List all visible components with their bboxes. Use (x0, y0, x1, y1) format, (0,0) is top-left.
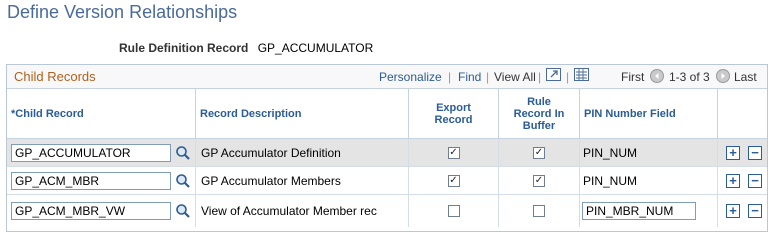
lookup-icon[interactable] (175, 145, 191, 161)
child-record-input[interactable]: GP_ACM_MBR (11, 172, 171, 190)
child-record-cell: GP_ACM_MBR_VW (7, 195, 196, 227)
row-actions-cell: + − (718, 139, 768, 167)
rule-record-in-buffer-cell (499, 195, 580, 227)
table-row: GP_ACM_MBR_VW View of Accumulator Member… (7, 195, 767, 227)
separator: | (566, 70, 570, 84)
rule-record-in-buffer-checkbox[interactable]: ✓ (533, 147, 545, 159)
add-row-button[interactable]: + (726, 174, 740, 188)
grid-header: Child Records Personalize | Find | View … (7, 65, 767, 89)
next-icon[interactable] (716, 69, 730, 83)
pin-number-cell: PIN_NUM (580, 167, 718, 195)
row-actions-cell: + − (718, 195, 768, 227)
col-pin-number-field[interactable]: PIN Number Field (580, 89, 718, 139)
pin-number-input[interactable]: PIN_MBR_NUM (582, 202, 696, 220)
export-record-cell: ✓ (409, 167, 499, 195)
personalize-link[interactable]: Personalize (379, 70, 442, 84)
col-record-description[interactable]: Record Description (196, 89, 409, 139)
page-title: Define Version Relationships (7, 2, 238, 22)
child-records-grid: Child Records Personalize | Find | View … (6, 64, 768, 232)
rule-record-in-buffer-checkbox[interactable] (533, 205, 545, 217)
rule-record-in-buffer-cell: ✓ (499, 139, 580, 167)
pin-number-cell: PIN_NUM (580, 139, 718, 167)
add-row-button[interactable]: + (726, 204, 740, 218)
separator: | (538, 70, 542, 84)
table-row: GP_ACCUMULATOR GP Accumulator Definition… (7, 139, 767, 167)
rule-record-in-buffer-cell: ✓ (499, 167, 580, 195)
pin-number-text: PIN_NUM (583, 146, 638, 160)
lookup-icon[interactable] (175, 173, 191, 189)
col-actions (718, 89, 768, 139)
row-actions-cell: + − (718, 167, 768, 195)
record-description-text: View of Accumulator Member rec (201, 204, 377, 218)
rule-definition-record: Rule Definition Record GP_ACCUMULATOR (119, 41, 373, 55)
separator: | (486, 70, 490, 84)
add-row-button[interactable]: + (726, 146, 740, 160)
record-description-text: GP Accumulator Definition (201, 146, 341, 160)
last-label: Last (734, 70, 757, 84)
delete-row-button[interactable]: − (748, 174, 762, 188)
rule-definition-label: Rule Definition Record (119, 41, 249, 55)
row-range: 1-3 of 3 (669, 70, 710, 84)
previous-icon[interactable] (650, 69, 664, 83)
col-export-record[interactable]: Export Record (409, 89, 499, 139)
find-link[interactable]: Find (458, 70, 481, 84)
rule-definition-value: GP_ACCUMULATOR (257, 41, 374, 55)
export-record-checkbox[interactable] (447, 205, 460, 217)
record-description-cell: GP Accumulator Members (196, 167, 409, 195)
column-headers: *Child Record Record Description Export … (7, 89, 767, 139)
child-record-cell: GP_ACM_MBR (7, 167, 196, 195)
lookup-icon[interactable] (175, 203, 191, 219)
export-record-cell (409, 195, 499, 227)
first-label: First (621, 70, 645, 84)
delete-row-button[interactable]: − (748, 204, 762, 218)
child-record-cell: GP_ACCUMULATOR (7, 139, 196, 167)
record-description-text: GP Accumulator Members (201, 174, 341, 188)
table-row: GP_ACM_MBR GP Accumulator Members ✓ ✓ PI… (7, 167, 767, 195)
separator: | (448, 70, 452, 84)
child-record-input[interactable]: GP_ACM_MBR_VW (11, 202, 171, 220)
export-record-cell: ✓ (409, 139, 499, 167)
record-description-cell: View of Accumulator Member rec (196, 195, 409, 227)
view-all-link[interactable]: View All (494, 70, 536, 84)
pin-number-text: PIN_NUM (583, 174, 638, 188)
zoom-grid-icon[interactable] (546, 68, 561, 81)
record-description-cell: GP Accumulator Definition (196, 139, 409, 167)
child-record-input[interactable]: GP_ACCUMULATOR (11, 144, 171, 162)
col-rule-record-in-buffer[interactable]: Rule Record In Buffer (499, 89, 580, 139)
rule-record-in-buffer-checkbox[interactable]: ✓ (533, 175, 545, 187)
export-record-checkbox[interactable]: ✓ (447, 175, 460, 187)
download-grid-icon[interactable] (574, 68, 589, 81)
grid-title: Child Records (14, 69, 96, 84)
delete-row-button[interactable]: − (748, 146, 762, 160)
pin-number-cell: PIN_MBR_NUM (580, 195, 718, 227)
col-child-record[interactable]: *Child Record (7, 89, 196, 139)
export-record-checkbox[interactable]: ✓ (447, 147, 460, 159)
